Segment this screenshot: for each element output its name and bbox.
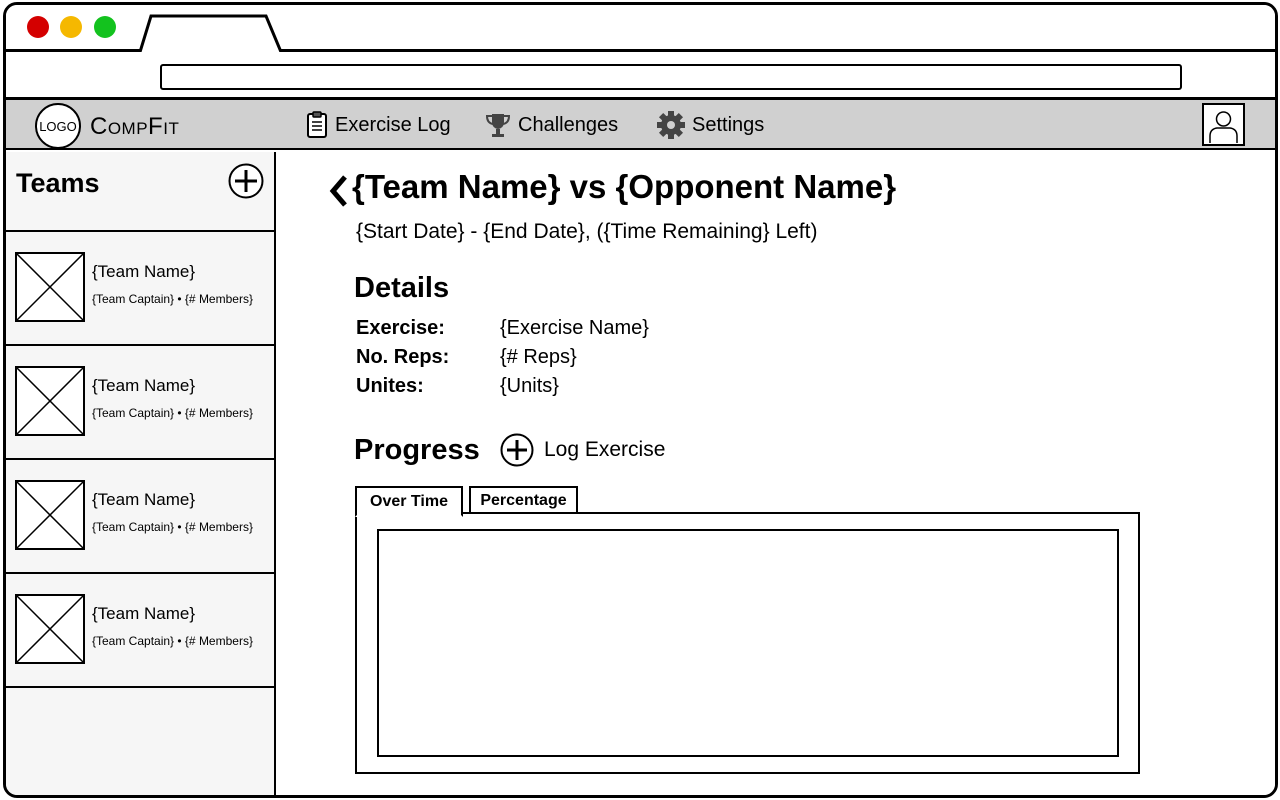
challenge-date-range: {Start Date} - {End Date}, ({Time Remain… bbox=[356, 220, 818, 243]
team-image-placeholder bbox=[15, 594, 85, 664]
team-name: {Team Name} bbox=[92, 376, 195, 395]
add-team-icon[interactable] bbox=[228, 163, 264, 199]
nav-item-label: Exercise Log bbox=[335, 113, 451, 136]
details-heading: Details bbox=[354, 272, 450, 304]
detail-value: {Exercise Name} bbox=[500, 317, 649, 339]
nav-item-label: Challenges bbox=[518, 113, 619, 136]
page-title: {Team Name} vs {Opponent Name} bbox=[352, 168, 897, 205]
team-name: {Team Name} bbox=[92, 490, 195, 509]
browser-window: LOGO CompFit Exercise Log Challenges Set… bbox=[3, 2, 1278, 798]
trophy-icon bbox=[485, 114, 511, 137]
sidebar-title: Teams bbox=[16, 168, 100, 198]
url-bar[interactable] bbox=[160, 64, 1182, 90]
team-image-placeholder bbox=[15, 480, 85, 550]
team-list-item[interactable]: {Team Name} {Team Captain} • {# Members} bbox=[6, 460, 274, 574]
nav-item-label: Settings bbox=[692, 113, 765, 136]
nav-bar: LOGO CompFit Exercise Log Challenges Set… bbox=[6, 100, 1275, 150]
detail-value: {# Reps} bbox=[500, 346, 577, 368]
team-name: {Team Name} bbox=[92, 262, 195, 281]
team-image-placeholder bbox=[15, 252, 85, 322]
title-bar bbox=[6, 5, 1275, 52]
detail-row-reps: No. Reps: {# Reps} bbox=[356, 346, 577, 369]
maximize-window-button[interactable] bbox=[94, 16, 116, 38]
team-meta: {Team Captain} • {# Members} bbox=[92, 406, 253, 420]
browser-tab[interactable] bbox=[139, 14, 284, 52]
tab-over-time[interactable]: Over Time bbox=[355, 486, 463, 517]
detail-value: {Units} bbox=[500, 375, 559, 397]
back-chevron-icon[interactable] bbox=[329, 174, 349, 208]
gear-icon bbox=[657, 111, 685, 139]
challenge-detail: {Team Name} vs {Opponent Name} {Start Da… bbox=[276, 152, 1275, 795]
team-list-item[interactable]: {Team Name} {Team Captain} • {# Members} bbox=[6, 574, 274, 688]
add-circle-icon bbox=[500, 433, 534, 467]
detail-label: No. Reps: bbox=[356, 346, 450, 368]
team-list-item[interactable]: {Team Name} {Team Captain} • {# Members} bbox=[6, 346, 274, 460]
detail-row-units: Unites: {Units} bbox=[356, 375, 559, 398]
team-meta: {Team Captain} • {# Members} bbox=[92, 634, 253, 648]
logo[interactable]: LOGO bbox=[35, 103, 81, 149]
user-icon bbox=[1209, 111, 1238, 143]
progress-chart-area bbox=[377, 529, 1119, 757]
team-list-item[interactable]: {Team Name} {Team Captain} • {# Members} bbox=[6, 232, 274, 346]
app-name: CompFit bbox=[90, 113, 180, 140]
nav-item-settings[interactable]: Settings bbox=[656, 110, 764, 140]
log-exercise-label: Log Exercise bbox=[544, 438, 666, 461]
nav-item-challenges[interactable]: Challenges bbox=[484, 110, 618, 140]
close-window-button[interactable] bbox=[27, 16, 49, 38]
team-meta: {Team Captain} • {# Members} bbox=[92, 292, 253, 306]
minimize-window-button[interactable] bbox=[60, 16, 82, 38]
clipboard-icon bbox=[307, 111, 327, 138]
log-exercise-button[interactable]: Log Exercise bbox=[500, 433, 665, 467]
progress-tab-panel bbox=[355, 512, 1140, 774]
team-image-placeholder bbox=[15, 366, 85, 436]
tab-percentage[interactable]: Percentage bbox=[469, 486, 578, 515]
address-row bbox=[6, 52, 1275, 100]
detail-label: Unites: bbox=[356, 375, 424, 397]
team-name: {Team Name} bbox=[92, 604, 195, 623]
teams-sidebar: Teams {Team Name} {Team Captain} • {# Me… bbox=[6, 152, 276, 795]
team-meta: {Team Captain} • {# Members} bbox=[92, 520, 253, 534]
detail-row-exercise: Exercise: {Exercise Name} bbox=[356, 317, 649, 340]
sidebar-header: Teams bbox=[6, 152, 274, 232]
progress-heading: Progress bbox=[354, 434, 480, 466]
nav-item-exercise-log[interactable]: Exercise Log bbox=[305, 110, 451, 140]
detail-label: Exercise: bbox=[356, 317, 445, 339]
user-avatar-button[interactable] bbox=[1202, 103, 1245, 146]
